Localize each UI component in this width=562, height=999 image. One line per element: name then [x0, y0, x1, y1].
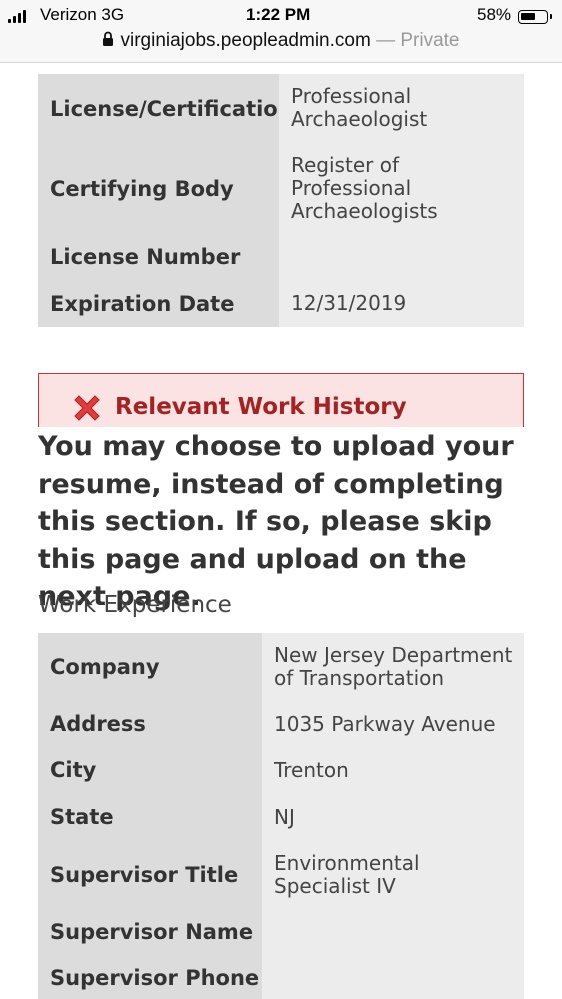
carrier-label: Verizon 3G — [40, 5, 125, 24]
license-number-label: License Number — [50, 245, 241, 269]
lock-icon — [103, 31, 114, 46]
license-value-column: Professional Archaeologist Register of P… — [279, 74, 524, 327]
state-label: State — [50, 805, 114, 829]
upload-notice: You may choose to upload your resume, in… — [38, 431, 514, 612]
city-label: City — [50, 758, 97, 782]
url-text: virginiajobs.peopleadmin.com — [120, 30, 371, 51]
certifying-body-label: Certifying Body — [50, 177, 234, 201]
license-label-column: License/Certification Certifying Body Li… — [38, 74, 293, 327]
supervisor-title-value: Environmental Specialist IV — [274, 851, 420, 898]
license-table: License/Certification Certifying Body Li… — [38, 74, 524, 327]
expiration-date-value: 12/31/2019 — [291, 291, 407, 315]
supervisor-title-label: Supervisor Title — [50, 863, 239, 887]
clock: 1:22 PM — [246, 5, 311, 24]
city-value: Trenton — [274, 758, 349, 782]
signal-icon — [8, 10, 26, 23]
address-bar[interactable]: virginiajobs.peopleadmin.com — Private — [0, 30, 562, 52]
work-experience-table: Company Address City State Supervisor Ti… — [38, 633, 524, 999]
work-experience-heading: Work Experience — [38, 592, 232, 618]
address-label: Address — [50, 712, 146, 736]
alert-title: Relevant Work History — [115, 394, 407, 420]
license-label: License/Certification — [50, 97, 293, 121]
work-label-column: Company Address City State Supervisor Ti… — [38, 633, 262, 999]
state-value: NJ — [274, 805, 295, 829]
license-value: Professional Archaeologist — [291, 84, 428, 131]
supervisor-phone-label: Supervisor Phone — [50, 966, 260, 990]
browser-chrome: Verizon 3G 1:22 PM 58% virginiajobs.peop… — [0, 0, 562, 63]
company-value: New Jersey Department of Transportation — [274, 643, 513, 690]
private-mode-label: — Private — [376, 30, 460, 51]
status-bar: Verizon 3G 1:22 PM 58% — [0, 4, 562, 28]
error-x-icon — [74, 395, 100, 421]
supervisor-name-label: Supervisor Name — [50, 920, 254, 944]
battery-icon — [518, 10, 552, 24]
company-label: Company — [50, 655, 160, 679]
work-history-alert: Relevant Work History — [38, 373, 524, 427]
address-value: 1035 Parkway Avenue — [274, 712, 496, 736]
battery-percent: 58% — [477, 5, 512, 24]
expiration-date-label: Expiration Date — [50, 292, 235, 316]
certifying-body-value: Register of Professional Archaeologists — [291, 153, 438, 223]
work-value-column: New Jersey Department of Transportation … — [262, 633, 524, 999]
